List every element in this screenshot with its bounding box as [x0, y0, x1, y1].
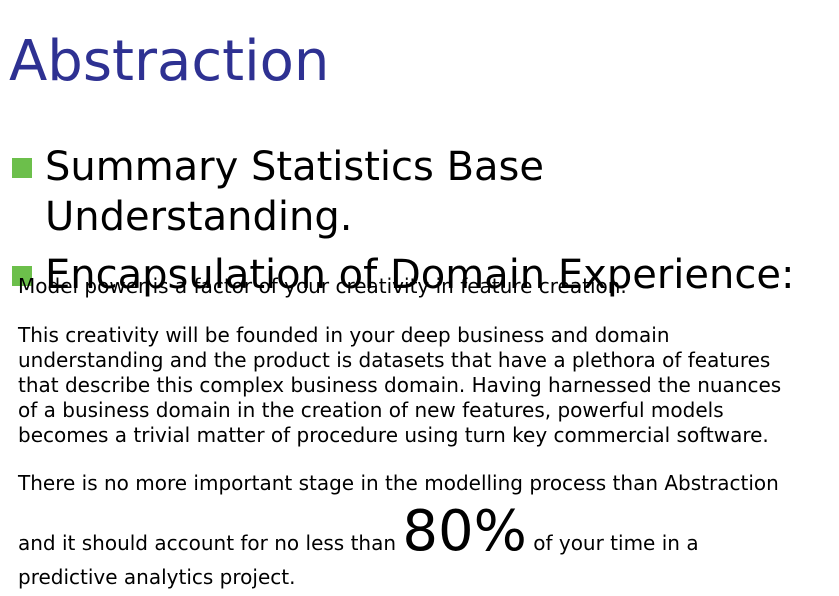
paragraph-importance-line1: There is no more important stage in the … [18, 471, 779, 495]
paragraph-importance-line3: predictive analytics project. [18, 565, 296, 589]
paragraph-importance-line2: and it should account for no less than 8… [18, 502, 699, 573]
highlight-percentage: 80% [402, 499, 527, 564]
paragraph-line: of a business domain in the creation of … [18, 398, 724, 422]
paragraph-model-power: Model power is a factor of your creativi… [18, 274, 627, 298]
paragraph-line: understanding and the product is dataset… [18, 348, 771, 372]
text-after-percentage: of your time in a [526, 531, 699, 555]
square-bullet-icon [12, 158, 32, 178]
paragraph-line: that describe this complex business doma… [18, 373, 782, 397]
paragraph-line: becomes a trivial matter of procedure us… [18, 423, 769, 447]
bullet-text-summary-statistics: Summary Statistics Base Understanding. [45, 144, 544, 240]
slide-title: Abstraction [9, 29, 330, 94]
paragraph-line: This creativity will be founded in your … [18, 323, 670, 347]
paragraph-creativity: This creativity will be founded in your … [18, 323, 781, 448]
text-before-percentage: and it should account for no less than [18, 531, 403, 555]
